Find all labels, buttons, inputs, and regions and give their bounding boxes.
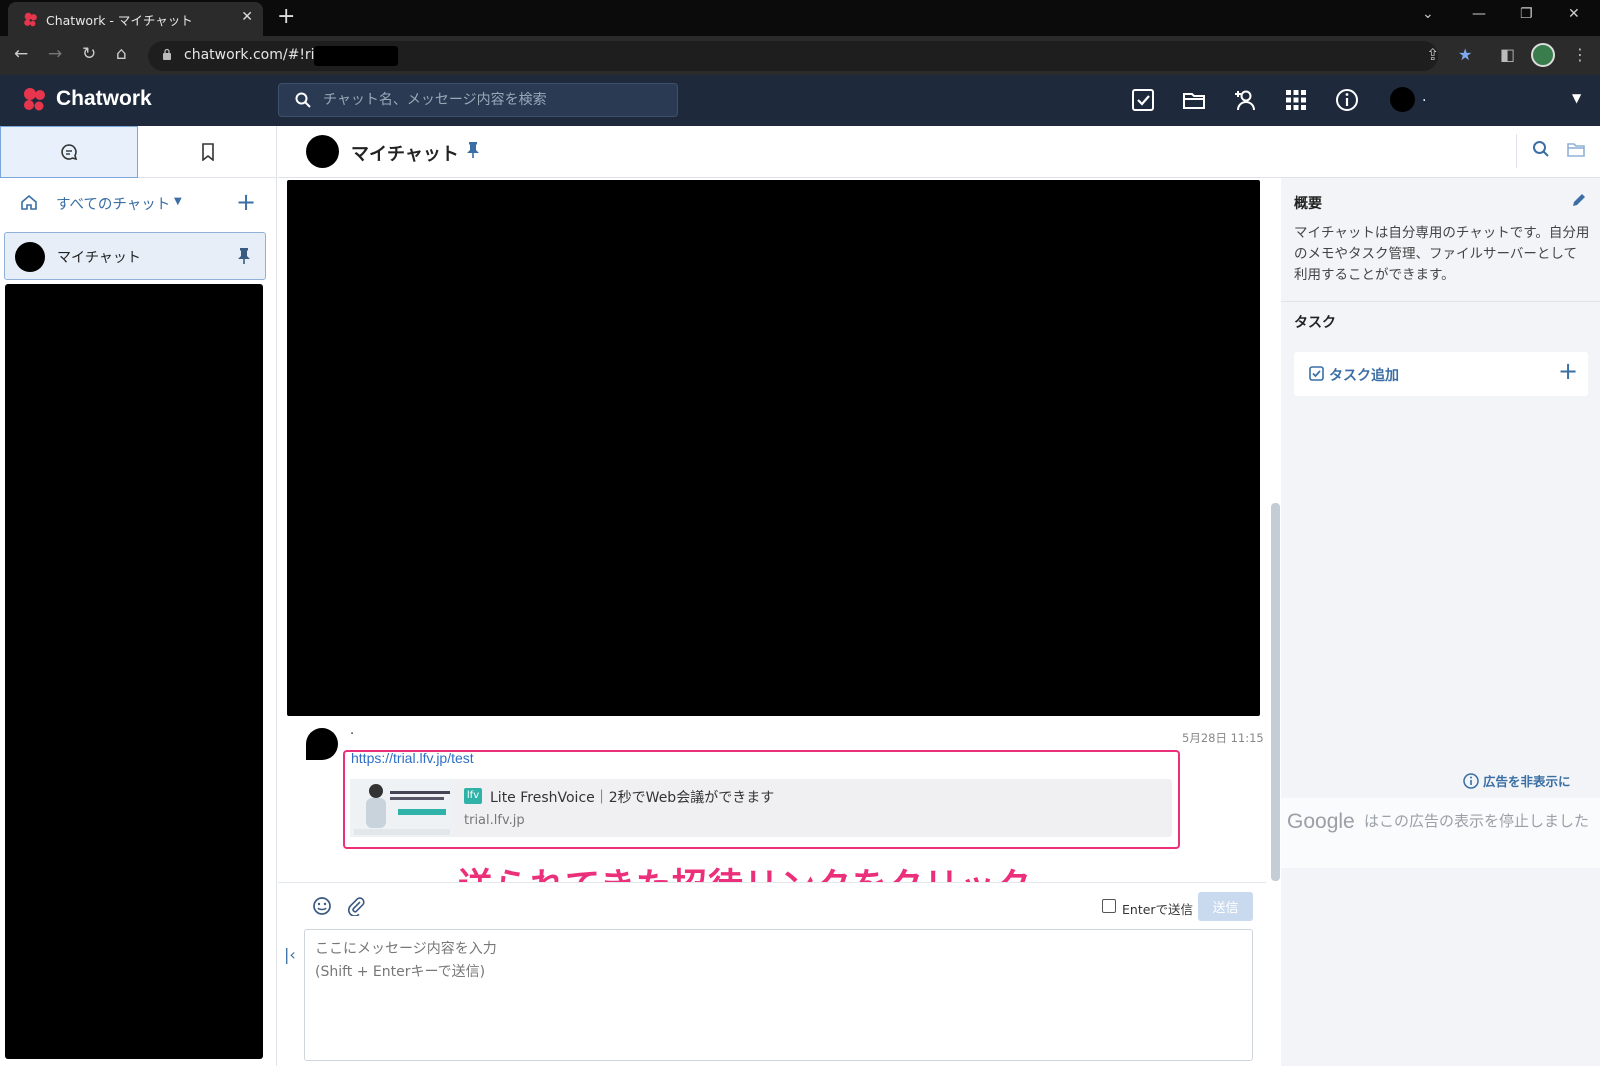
app-logo-text: Chatwork (56, 87, 152, 110)
add-task-label: タスク追加 (1329, 368, 1399, 384)
redacted-region (5, 284, 263, 1059)
share-icon[interactable]: ⇪ (1426, 45, 1439, 64)
sidebar-item-mychat[interactable]: マイチャット (4, 232, 266, 280)
pin-icon[interactable] (466, 141, 480, 159)
user-avatar[interactable] (1390, 87, 1415, 112)
window-close-icon[interactable]: ✕ (1568, 6, 1580, 22)
add-contact-icon[interactable] (1232, 87, 1258, 113)
home-browser-icon[interactable]: ⌂ (116, 44, 127, 64)
chatwork-logo-icon (24, 88, 45, 111)
send-button[interactable]: 送信 (1198, 892, 1253, 921)
ad-slot: Google はこの広告の表示を停止しました (1281, 798, 1600, 868)
user-menu-caret-icon[interactable]: ▼ (1572, 91, 1581, 105)
message-sender[interactable]: . (350, 723, 354, 738)
chat-bubble-icon (61, 144, 78, 161)
collapse-panel-icon[interactable]: |‹ (284, 945, 296, 964)
room-avatar (306, 135, 339, 168)
info-icon (1463, 772, 1479, 789)
url-bar[interactable]: chatwork.com/#!rid (148, 41, 1438, 71)
bookmark-star-icon[interactable]: ★ (1458, 45, 1472, 64)
plus-icon: + (1558, 357, 1579, 385)
message-composer: Enterで送信 送信 |‹ (278, 882, 1266, 1066)
user-name: . (1422, 89, 1427, 105)
pin-icon[interactable] (237, 247, 251, 265)
tab-search-icon[interactable]: ⌄ (1422, 6, 1434, 22)
task-section-title: タスク (1294, 315, 1336, 331)
chat-sidebar: すべてのチャット ▼ + マイチャット (0, 126, 277, 1066)
minimize-icon[interactable]: — (1472, 6, 1486, 22)
highlight-box (343, 750, 1180, 849)
apps-grid-icon[interactable] (1283, 87, 1309, 113)
divider (1516, 134, 1517, 168)
forward-icon[interactable]: → (48, 44, 62, 64)
chat-filter-row: すべてのチャット ▼ + (0, 178, 277, 228)
add-chat-button[interactable]: + (236, 188, 256, 216)
message-timestamp: 5月28日 11:15 (1182, 731, 1264, 745)
url-text: chatwork.com/#!rid (184, 47, 324, 63)
timeline-scrollbar[interactable] (1271, 503, 1280, 881)
message-timeline: . 5月28日 11:15 https://trial.lfv.jp/test … (278, 178, 1266, 907)
browser-menu-icon[interactable]: ⋮ (1572, 45, 1588, 64)
sidebar-item-label: マイチャット (57, 250, 141, 266)
emoji-icon[interactable] (312, 896, 332, 916)
browser-tab-bar: Chatwork - マイチャット ✕ + ⌄ — ❐ ✕ (0, 0, 1600, 36)
task-check-icon[interactable] (1130, 87, 1156, 113)
chatwork-favicon-icon (24, 12, 37, 27)
all-chats-filter[interactable]: すべてのチャット (56, 193, 170, 214)
avatar (15, 242, 45, 272)
back-icon[interactable]: ← (14, 44, 28, 64)
room-header: マイチャット (278, 126, 1600, 178)
search-input[interactable] (323, 84, 663, 116)
enter-send-label[interactable]: Enterで送信 (1122, 899, 1193, 918)
folder-icon[interactable] (1181, 87, 1207, 113)
room-info-panel: 概要 マイチャットは自分専用のチャットです。自分用のメモやタスク管理、ファイルサ… (1281, 178, 1600, 1066)
folder-icon[interactable] (1566, 140, 1586, 158)
info-icon[interactable] (1334, 87, 1360, 113)
side-panel-icon[interactable]: ◧ (1500, 45, 1515, 64)
search-icon[interactable] (1532, 140, 1550, 158)
bookmark-icon (201, 142, 214, 161)
edit-pencil-icon[interactable] (1571, 192, 1587, 208)
avatar[interactable] (306, 728, 338, 760)
tab-chats[interactable] (0, 126, 138, 178)
redacted-region (287, 180, 1260, 716)
summary-text: マイチャットは自分専用のチャットです。自分用のメモやタスク管理、ファイルサーバー… (1294, 225, 1590, 283)
restore-icon[interactable]: ❐ (1520, 6, 1533, 22)
browser-tab[interactable]: Chatwork - マイチャット ✕ (8, 2, 263, 36)
add-task-button[interactable]: タスク追加 + (1294, 352, 1588, 396)
tab-close-icon[interactable]: ✕ (241, 9, 253, 25)
home-icon[interactable] (20, 193, 38, 211)
message-input[interactable] (304, 929, 1253, 1061)
attachment-icon[interactable] (346, 896, 366, 916)
search-box (278, 83, 678, 117)
enter-send-checkbox[interactable] (1102, 899, 1116, 913)
ad-stopped-message: はこの広告の表示を停止しました (1363, 812, 1589, 830)
browser-address-bar: ← → ↻ ⌂ chatwork.com/#!rid ⇪ ★ ◧ ⋮ (0, 36, 1600, 75)
room-title: マイチャット (351, 144, 459, 165)
search-icon (295, 92, 311, 108)
task-checkbox-icon (1309, 366, 1324, 381)
google-wordmark: Google (1287, 810, 1355, 833)
hide-ad-link[interactable]: 広告を非表示に (1463, 771, 1571, 790)
new-tab-button[interactable]: + (277, 4, 295, 29)
lock-icon (163, 48, 171, 60)
browser-profile-avatar[interactable] (1531, 43, 1555, 67)
app-header: Chatwork . ▼ (0, 75, 1600, 126)
reload-icon[interactable]: ↻ (82, 44, 96, 64)
summary-title: 概要 (1294, 196, 1322, 212)
tab-bookmarks[interactable] (138, 126, 277, 178)
summary-section: 概要 マイチャットは自分専用のチャットです。自分用のメモやタスク管理、ファイルサ… (1281, 178, 1600, 302)
browser-tab-title: Chatwork - マイチャット (46, 12, 193, 28)
hide-ad-label: 広告を非表示に (1483, 774, 1571, 789)
redacted-region (314, 46, 398, 66)
filter-caret-icon[interactable]: ▼ (174, 196, 182, 207)
